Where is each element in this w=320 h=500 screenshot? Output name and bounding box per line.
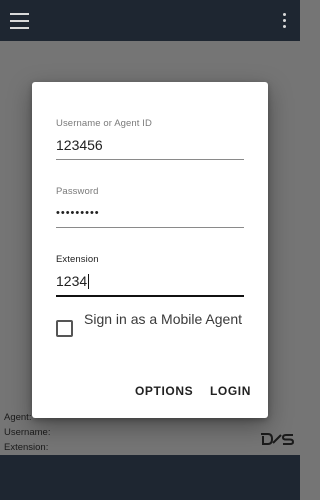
extension-info-label: Extension:: [4, 442, 49, 453]
extension-field[interactable]: Extension 1234: [56, 254, 244, 297]
password-field[interactable]: Password •••••••••: [56, 186, 244, 228]
more-vert-icon[interactable]: [281, 13, 287, 30]
password-input[interactable]: •••••••••: [56, 205, 244, 228]
text-caret: [88, 274, 90, 289]
options-button[interactable]: OPTIONS: [135, 384, 193, 398]
app-bar: [0, 0, 300, 41]
username-field[interactable]: Username or Agent ID 123456: [56, 118, 244, 160]
username-info-label: Username:: [4, 427, 51, 438]
extension-label: Extension: [56, 254, 99, 265]
brand-logo: [261, 433, 295, 445]
mobile-agent-option[interactable]: Sign in as a Mobile Agent: [56, 309, 246, 351]
extension-input[interactable]: 1234: [56, 273, 244, 297]
mobile-agent-checkbox[interactable]: [56, 320, 73, 337]
login-button[interactable]: LOGIN: [210, 384, 251, 398]
menu-icon[interactable]: [10, 13, 29, 29]
bottom-bar: [0, 455, 300, 500]
password-label: Password: [56, 186, 99, 197]
username-label: Username or Agent ID: [56, 118, 152, 129]
login-dialog: Username or Agent ID 123456 Password •••…: [32, 82, 268, 418]
mobile-agent-label[interactable]: Sign in as a Mobile Agent: [84, 309, 244, 330]
username-input[interactable]: 123456: [56, 137, 244, 160]
extension-value: 1234: [56, 273, 88, 289]
